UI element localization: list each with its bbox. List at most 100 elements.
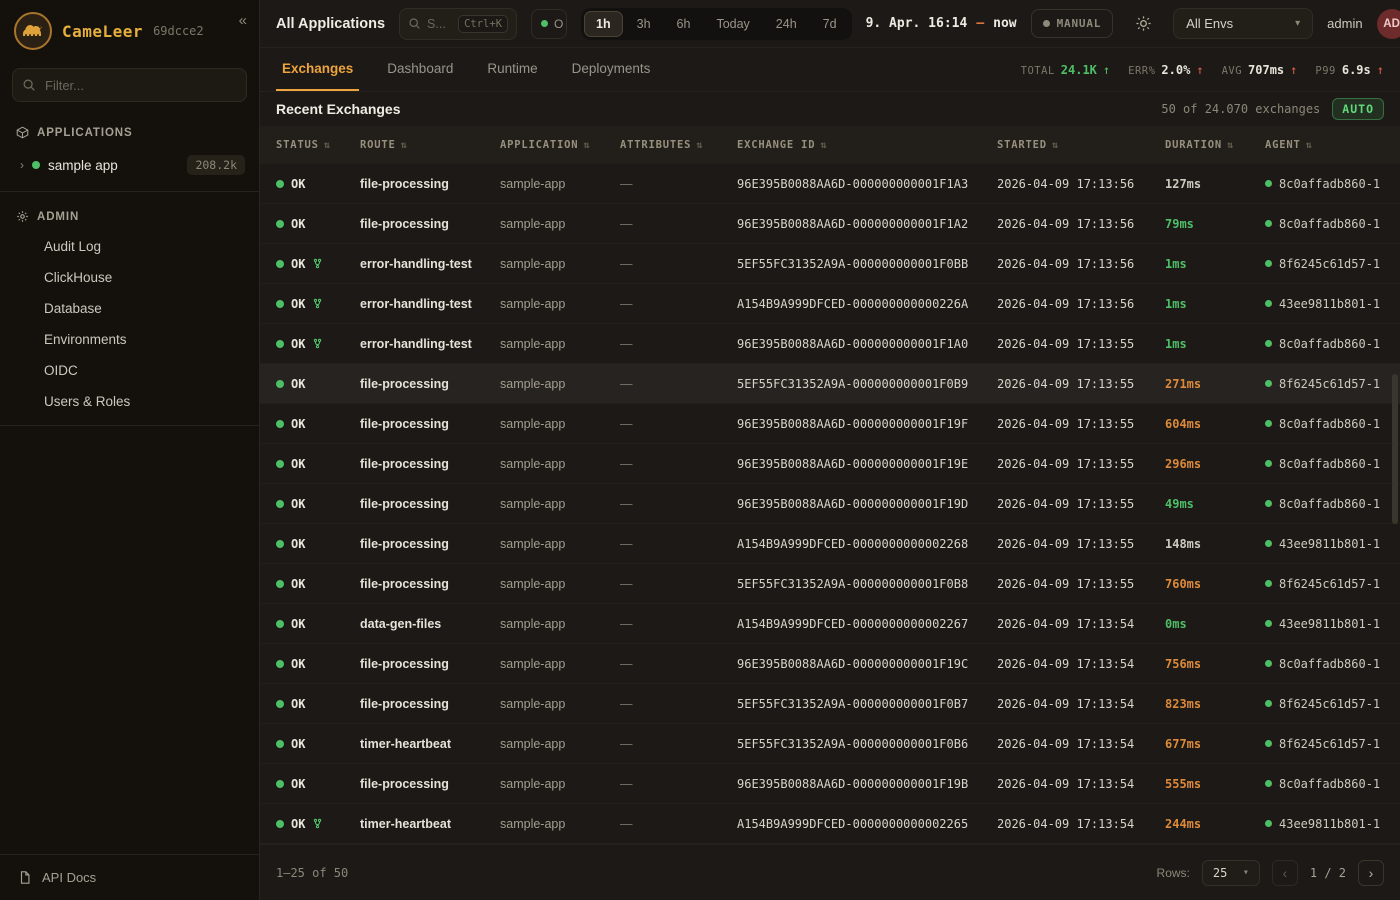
table-row[interactable]: OKdata-gen-filessample-app—A154B9A999DFC… xyxy=(260,604,1400,644)
table-row[interactable]: OKfile-processingsample-app—96E395B0088A… xyxy=(260,204,1400,244)
table-row[interactable]: OKerror-handling-testsample-app—5EF55FC3… xyxy=(260,244,1400,284)
auto-refresh-badge[interactable]: AUTO xyxy=(1332,98,1384,120)
global-search[interactable]: S... Ctrl+K xyxy=(399,8,517,40)
table-row[interactable]: OKfile-processingsample-app—96E395B0088A… xyxy=(260,644,1400,684)
sidebar-item-oidc[interactable]: OIDC xyxy=(0,355,259,386)
trend-up-icon: ↑ xyxy=(1103,63,1110,77)
sidebar-item-users-roles[interactable]: Users & Roles xyxy=(0,386,259,417)
api-docs-link[interactable]: API Docs xyxy=(0,854,259,900)
column-header-status[interactable]: STATUS⇅ xyxy=(276,139,360,151)
sidebar-item-environments[interactable]: Environments xyxy=(0,324,259,355)
time-range-today[interactable]: Today xyxy=(704,11,761,37)
brand-subtitle: 69dcce2 xyxy=(153,24,204,38)
chevron-right-icon[interactable]: › xyxy=(20,158,24,172)
connection-status-pill[interactable]: O xyxy=(531,9,567,39)
table-title: Recent Exchanges xyxy=(276,101,401,117)
status-ok-dot xyxy=(276,340,284,348)
time-range-6h[interactable]: 6h xyxy=(665,11,703,37)
fork-icon xyxy=(312,298,323,309)
sidebar-header: CameLeer 69dcce2 xyxy=(0,0,259,60)
top-bar: All Applications S... Ctrl+K O 1h 3h 6h … xyxy=(260,0,1400,48)
column-header-duration[interactable]: DURATION⇅ xyxy=(1165,139,1265,151)
route-cell: file-processing xyxy=(360,377,500,391)
column-header-route[interactable]: ROUTE⇅ xyxy=(360,139,500,151)
status-cell: OK xyxy=(276,617,360,631)
column-header-exchange-id[interactable]: EXCHANGE ID⇅ xyxy=(737,139,997,151)
column-header-attributes[interactable]: ATTRIBUTES⇅ xyxy=(620,139,737,151)
status-ok-dot xyxy=(276,700,284,708)
agent-status-dot xyxy=(1265,180,1272,187)
table-row[interactable]: OKfile-processingsample-app—96E395B0088A… xyxy=(260,444,1400,484)
environments-dropdown[interactable]: All Envs ▾ xyxy=(1173,8,1313,39)
agent-status-dot xyxy=(1265,620,1272,627)
attributes-cell: — xyxy=(620,697,737,711)
time-range-7d[interactable]: 7d xyxy=(811,11,849,37)
table-row[interactable]: OKerror-handling-testsample-app—96E395B0… xyxy=(260,324,1400,364)
table-row[interactable]: OKerror-handling-testsample-app—A154B9A9… xyxy=(260,284,1400,324)
document-icon xyxy=(18,870,32,885)
status-ok-dot xyxy=(276,380,284,388)
route-cell: error-handling-test xyxy=(360,257,500,271)
column-header-started[interactable]: STARTED⇅ xyxy=(997,139,1165,151)
route-cell: data-gen-files xyxy=(360,617,500,631)
column-header-application[interactable]: APPLICATION⇅ xyxy=(500,139,620,151)
apps-box-icon xyxy=(16,126,29,139)
sidebar-item-sample-app[interactable]: › sample app 208.2k xyxy=(0,147,259,183)
vertical-scrollbar[interactable] xyxy=(1392,374,1398,524)
table-row[interactable]: OKfile-processingsample-app—96E395B0088A… xyxy=(260,764,1400,804)
filter-input[interactable] xyxy=(12,68,247,102)
time-range-24h[interactable]: 24h xyxy=(764,11,809,37)
agent-status-dot xyxy=(1265,420,1272,427)
table-row[interactable]: OKtimer-heartbeatsample-app—5EF55FC31352… xyxy=(260,724,1400,764)
table-row[interactable]: OKfile-processingsample-app—A154B9A999DF… xyxy=(260,524,1400,564)
duration-cell: 49ms xyxy=(1165,497,1265,511)
sidebar-item-clickhouse[interactable]: ClickHouse xyxy=(0,262,259,293)
application-cell: sample-app xyxy=(500,777,620,791)
tab-deployments[interactable]: Deployments xyxy=(566,48,657,91)
agent-cell: 8c0affadb860-1 xyxy=(1265,217,1400,231)
status-label: OK xyxy=(291,697,305,711)
theme-toggle-button[interactable] xyxy=(1127,8,1159,40)
rows-per-page-select[interactable]: 25 ▾ xyxy=(1202,860,1260,886)
column-header-agent[interactable]: AGENT⇅ xyxy=(1265,139,1400,151)
sidebar-item-audit-log[interactable]: Audit Log xyxy=(0,231,259,262)
manual-label: MANUAL xyxy=(1057,17,1102,30)
sidebar-collapse-icon[interactable]: « xyxy=(239,12,247,29)
tab-exchanges[interactable]: Exchanges xyxy=(276,48,359,91)
tab-runtime[interactable]: Runtime xyxy=(481,48,543,91)
route-cell: error-handling-test xyxy=(360,337,500,351)
prev-page-button[interactable]: ‹ xyxy=(1272,860,1298,886)
time-range-3h[interactable]: 3h xyxy=(625,11,663,37)
rows-per-page-value: 25 xyxy=(1213,866,1227,880)
chevron-down-icon: ▾ xyxy=(1295,18,1300,29)
table-row[interactable]: OKtimer-heartbeatsample-app—A154B9A999DF… xyxy=(260,804,1400,844)
next-page-button[interactable]: › xyxy=(1358,860,1384,886)
sun-icon xyxy=(1135,15,1152,32)
search-icon xyxy=(22,78,36,97)
table-row[interactable]: OKfile-processingsample-app—96E395B0088A… xyxy=(260,484,1400,524)
exchange-id-cell: 96E395B0088AA6D-000000000001F1A3 xyxy=(737,177,997,191)
date-range-display[interactable]: 9. Apr. 16:14 – now xyxy=(866,16,1017,31)
table-row[interactable]: OKfile-processingsample-app—5EF55FC31352… xyxy=(260,364,1400,404)
sidebar-item-database[interactable]: Database xyxy=(0,293,259,324)
sort-icon: ⇅ xyxy=(820,140,827,151)
tab-dashboard[interactable]: Dashboard xyxy=(381,48,459,91)
exchange-id-cell: 96E395B0088AA6D-000000000001F19B xyxy=(737,777,997,791)
table-row[interactable]: OKfile-processingsample-app—96E395B0088A… xyxy=(260,164,1400,204)
avatar[interactable]: AD xyxy=(1377,9,1400,39)
agent-status-dot xyxy=(1265,780,1272,787)
status-label: OK xyxy=(291,297,305,311)
status-cell: OK xyxy=(276,737,360,751)
search-icon xyxy=(408,17,421,30)
table-row[interactable]: OKfile-processingsample-app—5EF55FC31352… xyxy=(260,564,1400,604)
time-range-1h[interactable]: 1h xyxy=(584,11,623,37)
table-row[interactable]: OKfile-processingsample-app—96E395B0088A… xyxy=(260,404,1400,444)
status-label: OK xyxy=(291,497,305,511)
agent-status-dot xyxy=(1265,300,1272,307)
manual-refresh-button[interactable]: MANUAL xyxy=(1031,9,1114,38)
started-cell: 2026-04-09 17:13:56 xyxy=(997,177,1165,191)
stat-p99-value: 6.9s xyxy=(1342,63,1371,77)
attributes-cell: — xyxy=(620,737,737,751)
table-row[interactable]: OKfile-processingsample-app—5EF55FC31352… xyxy=(260,684,1400,724)
started-cell: 2026-04-09 17:13:54 xyxy=(997,697,1165,711)
